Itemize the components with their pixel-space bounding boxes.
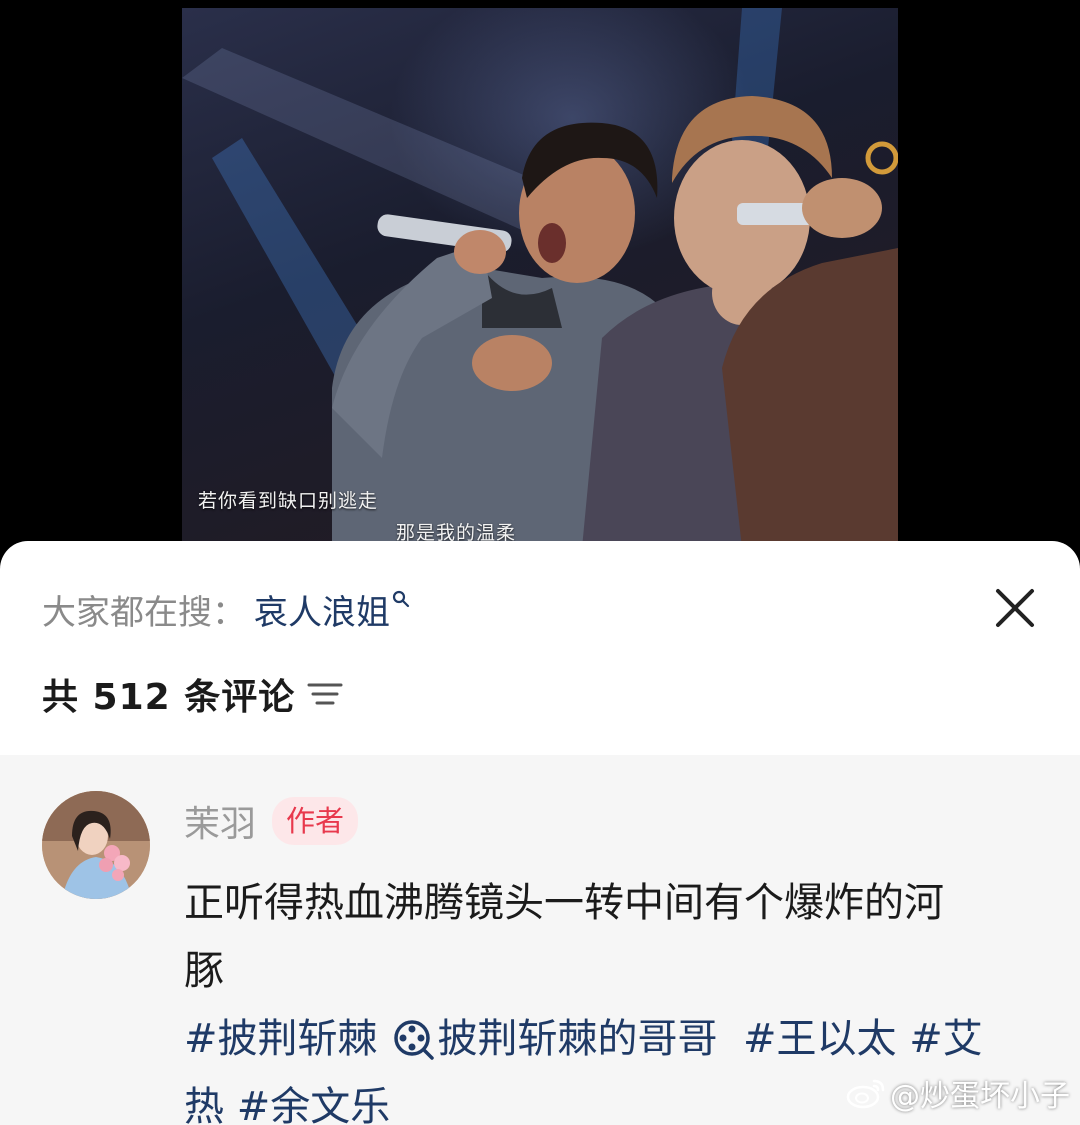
author-name[interactable]: 茉羽 (184, 795, 256, 847)
video-frame[interactable]: 若你看到缺口别逃走 那是我的温柔 (182, 8, 898, 548)
super-topic-icon (393, 1020, 434, 1060)
comment-sheet: 大家都在搜： 哀人浪姐 共 512 条评论 茉羽 作者 正听得热血沸腾镜头一转中… (0, 541, 1080, 1125)
comment-item[interactable]: 茉羽 作者 正听得热血沸腾镜头一转中间有个爆炸的河 豚 #披荆斩棘 披荆斩棘的哥哥… (0, 755, 1080, 1125)
trending-search-prefix: 大家都在搜： (42, 592, 246, 633)
author-badge: 作者 (272, 797, 359, 845)
trending-search-term[interactable]: 哀人浪姐 (254, 585, 390, 634)
hashtag-yuwenle[interactable]: #余文乐 (237, 1084, 391, 1125)
weibo-icon (846, 1079, 885, 1109)
video-scene (182, 8, 898, 548)
hashtag-aire-part2[interactable]: 热 (184, 1084, 224, 1125)
hashtag-wangyitai[interactable]: #王以太 (743, 1016, 897, 1062)
comment-text-line1: 正听得热血沸腾镜头一转中间有个爆炸的河 (184, 880, 944, 926)
comment-text-line2: 豚 (184, 948, 224, 994)
trending-search[interactable]: 大家都在搜： 哀人浪姐 (42, 585, 410, 634)
video-subtitle-line1: 若你看到缺口别逃走 (198, 490, 379, 512)
comment-tags-line1: #披荆斩棘 披荆斩棘的哥哥 #王以太 #艾 (184, 1005, 1014, 1073)
sort-icon[interactable] (307, 679, 343, 709)
super-topic-link[interactable]: 披荆斩棘的哥哥 (438, 1016, 718, 1062)
comment-count: 共 512 条评论 (42, 677, 296, 718)
comment-author-row: 茉羽 作者 (184, 795, 359, 847)
video-player[interactable]: 若你看到缺口别逃走 那是我的温柔 (0, 0, 1080, 560)
watermark: @炒蛋坏小子 (846, 1071, 1070, 1115)
close-icon[interactable] (990, 583, 1040, 633)
search-icon (392, 590, 410, 608)
hashtag-pijingzhanji[interactable]: #披荆斩棘 (184, 1016, 378, 1062)
comment-count-header: 共 512 条评论 (42, 669, 343, 719)
watermark-text: @炒蛋坏小子 (890, 1079, 1070, 1114)
hashtag-aire-part1[interactable]: #艾 (909, 1016, 983, 1062)
avatar[interactable] (42, 791, 150, 899)
